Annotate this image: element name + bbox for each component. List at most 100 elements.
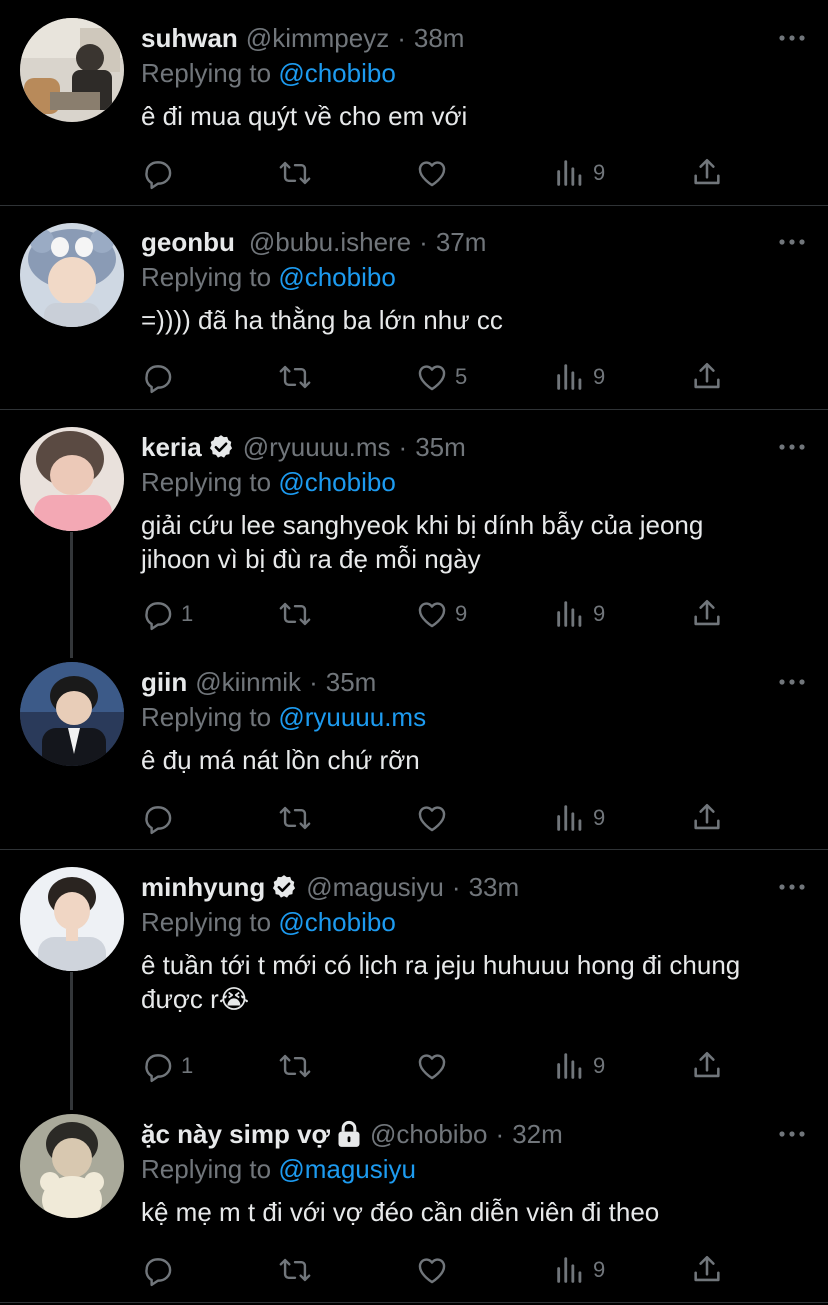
mention-link[interactable]: @chobibo <box>278 262 395 292</box>
reply-button[interactable] <box>141 1252 181 1288</box>
replying-to-label: Replying to <box>141 907 272 937</box>
lock-icon <box>338 1120 360 1147</box>
user-handle[interactable]: @bubu.ishere <box>249 227 411 258</box>
avatar[interactable] <box>20 662 124 766</box>
tweet[interactable]: suhwan @kimmpeyz · 38m Replying to @chob… <box>0 0 828 205</box>
user-handle[interactable]: @magusiyu <box>306 872 444 903</box>
more-icon[interactable] <box>776 224 808 260</box>
reply-button[interactable]: 1 <box>141 1048 193 1084</box>
share-button[interactable] <box>690 1048 724 1084</box>
mention-link[interactable]: @chobibo <box>278 467 395 497</box>
tweet[interactable]: geonbu @bubu.ishere · 37m Replying to @c… <box>0 206 828 409</box>
views-button[interactable]: 9 <box>553 359 605 395</box>
views-button[interactable]: 9 <box>553 596 605 632</box>
more-icon[interactable] <box>776 869 808 905</box>
user-handle[interactable]: @kiinmik <box>195 667 301 698</box>
tweet[interactable]: ặc này simp vợ @chobibo · 32m Replying t… <box>0 1100 828 1302</box>
avatar[interactable] <box>20 427 124 531</box>
like-button[interactable] <box>415 1048 455 1084</box>
reply-button[interactable] <box>141 800 181 836</box>
retweet-button[interactable] <box>278 1252 318 1288</box>
mention-link[interactable]: @magusiyu <box>278 1154 416 1184</box>
display-name[interactable]: suhwan <box>141 23 238 54</box>
more-icon[interactable] <box>776 429 808 465</box>
like-count: 5 <box>455 364 468 389</box>
avatar-photo <box>20 18 124 122</box>
retweet-button[interactable] <box>278 1048 318 1084</box>
views-button[interactable]: 9 <box>553 1252 605 1288</box>
display-name[interactable]: minhyung <box>141 872 265 903</box>
tweet-text-line: giải cứu lee sanghyeok khi bị dính bẫy c… <box>141 510 704 540</box>
tweet[interactable]: keria @ryuuuu.ms · 35m Replying to @chob… <box>0 410 828 648</box>
retweet-button[interactable] <box>278 155 318 191</box>
views-count: 9 <box>593 805 606 830</box>
retweet-button[interactable] <box>278 596 318 632</box>
mention-link[interactable]: @ryuuuu.ms <box>278 702 426 732</box>
display-name[interactable]: keria <box>141 432 202 463</box>
avatar[interactable] <box>20 223 124 327</box>
more-icon[interactable] <box>776 20 808 56</box>
replying-to-label: Replying to <box>141 702 272 732</box>
display-name[interactable]: ặc này simp vợ <box>141 1119 330 1150</box>
views-button[interactable]: 9 <box>553 155 605 191</box>
retweet-button[interactable] <box>278 359 318 395</box>
timestamp[interactable]: 33m <box>469 872 520 903</box>
avatar[interactable] <box>20 1114 124 1218</box>
replying-to: Replying to @chobibo <box>141 260 808 294</box>
retweet-button[interactable] <box>278 800 318 836</box>
timestamp[interactable]: 32m <box>512 1119 563 1150</box>
share-icon <box>694 1051 720 1078</box>
mention-link[interactable]: @chobibo <box>278 907 395 937</box>
timestamp[interactable]: 35m <box>415 432 466 463</box>
share-button[interactable] <box>690 1252 724 1288</box>
user-handle[interactable]: @chobibo <box>370 1119 487 1150</box>
display-name[interactable]: geonbu <box>141 227 235 258</box>
like-button[interactable]: 9 <box>415 596 467 632</box>
timestamp[interactable]: 37m <box>436 227 487 258</box>
avatar[interactable] <box>20 18 124 122</box>
heart-icon <box>418 602 446 628</box>
share-icon <box>694 158 720 185</box>
replying-to-label: Replying to <box>141 467 272 497</box>
more-icon[interactable] <box>776 664 808 700</box>
display-name[interactable]: giin <box>141 667 187 698</box>
views-button[interactable]: 9 <box>553 800 605 836</box>
action-bar: 1 9 <box>141 1048 741 1084</box>
timestamp[interactable]: 38m <box>414 23 465 54</box>
share-button[interactable] <box>690 596 724 632</box>
tweet-text: giải cứu lee sanghyeok khi bị dính bẫy c… <box>141 508 808 576</box>
like-button[interactable] <box>415 1252 455 1288</box>
like-button[interactable] <box>415 800 455 836</box>
more-icon[interactable] <box>776 1116 808 1152</box>
action-bar: 1 9 9 <box>141 596 741 632</box>
reply-icon <box>145 161 172 190</box>
share-button[interactable] <box>690 359 724 395</box>
like-button[interactable]: 5 <box>415 359 467 395</box>
mention-link[interactable]: @chobibo <box>278 58 395 88</box>
reply-icon <box>145 1258 172 1287</box>
retweet-icon <box>279 602 311 626</box>
reply-button[interactable] <box>141 155 181 191</box>
user-handle[interactable]: @ryuuuu.ms <box>243 432 391 463</box>
tweet-header: geonbu @bubu.ishere · 37m <box>141 224 808 260</box>
views-button[interactable]: 9 <box>553 1048 605 1084</box>
tweet[interactable]: minhyung @magusiyu · 33m Replying to @ch… <box>0 850 828 1100</box>
timestamp[interactable]: 35m <box>326 667 377 698</box>
heart-icon <box>418 1054 446 1080</box>
replying-to-label: Replying to <box>141 262 272 292</box>
user-handle[interactable]: @kimmpeyz <box>246 23 389 54</box>
tweet-text-line: kệ mẹ m t đi với vợ đéo cần diễn viên đi… <box>141 1197 660 1227</box>
views-icon <box>557 1257 582 1283</box>
verified-badge-icon <box>209 435 232 458</box>
share-button[interactable] <box>690 800 724 836</box>
like-button[interactable] <box>415 155 455 191</box>
share-button[interactable] <box>690 155 724 191</box>
tweet-text-line: jihoon vì bị đù ra đẹ mỗi ngày <box>141 544 481 574</box>
reply-button[interactable] <box>141 359 181 395</box>
tweet[interactable]: giin @kiinmik · 35m Replying to @ryuuuu.… <box>0 648 828 849</box>
retweet-icon <box>279 161 311 185</box>
avatar[interactable] <box>20 867 124 971</box>
reply-button[interactable]: 1 <box>141 596 193 632</box>
replying-to-label: Replying to <box>141 58 272 88</box>
separator-dot: · <box>309 666 318 697</box>
